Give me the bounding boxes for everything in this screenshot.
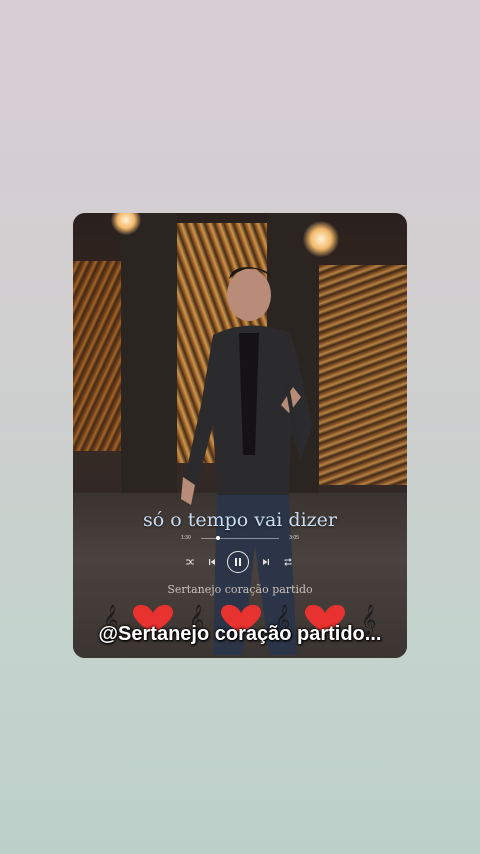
playback-progress[interactable]: 1:30 3:05 bbox=[181, 535, 299, 545]
skip-previous-icon[interactable] bbox=[207, 557, 217, 567]
player-controls bbox=[185, 551, 295, 573]
elapsed-time: 1:30 bbox=[181, 535, 191, 541]
skip-next-icon[interactable] bbox=[261, 557, 271, 567]
channel-watermark: Sertanejo coração partido bbox=[167, 583, 313, 596]
repeat-icon[interactable] bbox=[283, 557, 293, 567]
progress-knob[interactable] bbox=[216, 536, 221, 540]
duration-time: 3:05 bbox=[289, 535, 299, 541]
stage-fireworks-left bbox=[73, 261, 121, 451]
video-card[interactable]: só o tempo vai dizer 1:30 3:05 Sertanejo… bbox=[73, 213, 407, 658]
progress-track[interactable] bbox=[201, 538, 279, 539]
pause-button[interactable] bbox=[227, 551, 249, 573]
caption-text: @Sertanejo coração partido... bbox=[98, 623, 382, 645]
stage-light bbox=[303, 221, 339, 257]
shuffle-icon[interactable] bbox=[185, 557, 195, 567]
lyric-text: só o tempo vai dizer bbox=[143, 509, 337, 531]
pause-icon bbox=[235, 558, 241, 566]
stage-pillar bbox=[121, 213, 177, 503]
